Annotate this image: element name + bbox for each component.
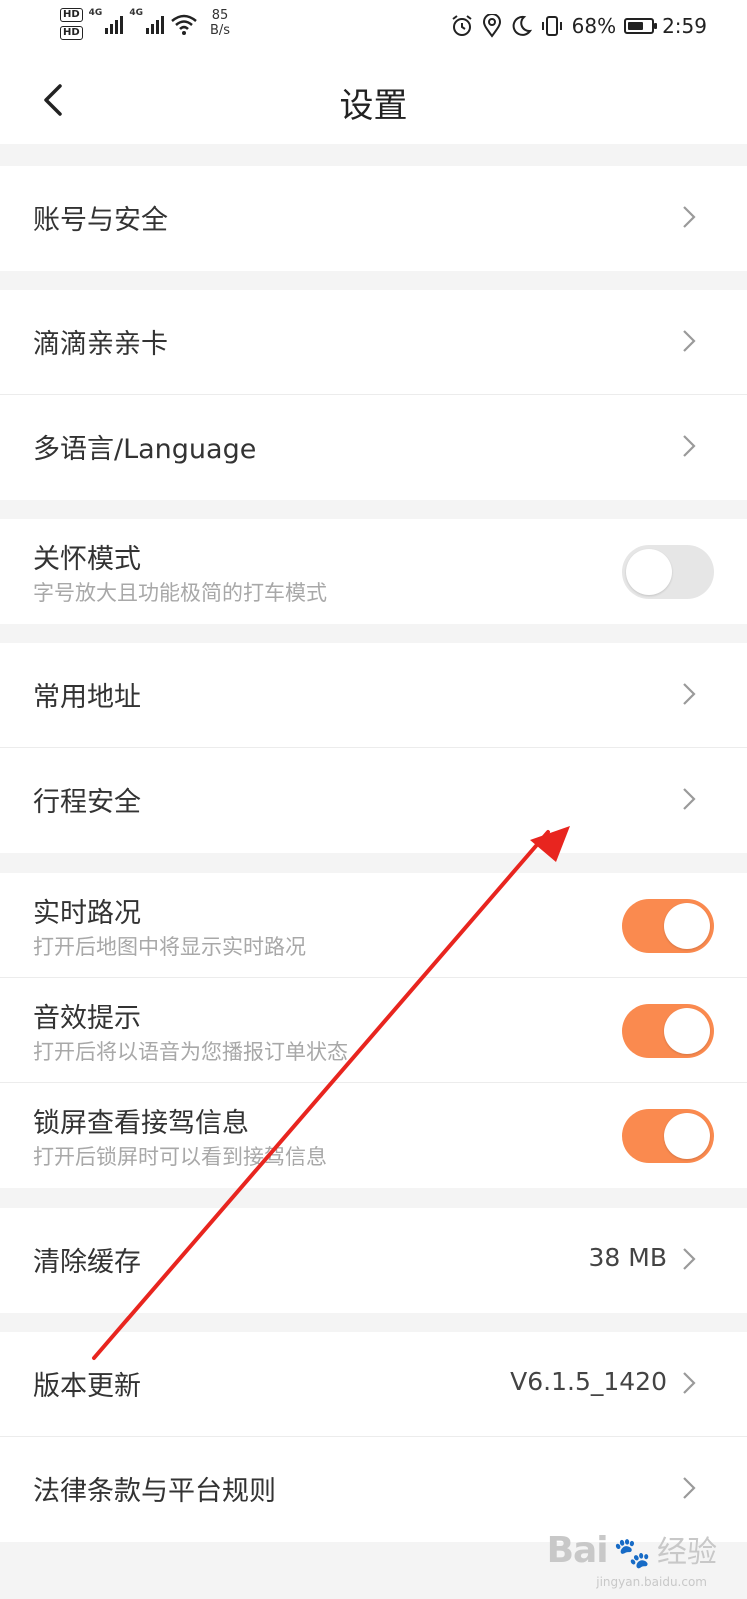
signal-icon-2: 4G xyxy=(129,8,164,34)
alarm-icon xyxy=(452,15,472,36)
item-label: 多语言/Language xyxy=(33,434,257,465)
live-traffic-toggle[interactable] xyxy=(622,899,714,953)
watermark-logo: Bai xyxy=(546,1530,609,1571)
section-care-mode: 关怀模式 字号放大且功能极简的打车模式 xyxy=(0,519,747,624)
item-label: 关怀模式 xyxy=(33,544,141,575)
section-version-legal: 版本更新 V6.1.5_1420 法律条款与平台规则 xyxy=(0,1332,747,1542)
speed-unit: B/s xyxy=(209,23,231,38)
item-label: 清除缓存 xyxy=(33,1247,141,1278)
sound-prompt-toggle[interactable] xyxy=(622,1004,714,1058)
speed-value: 85 xyxy=(211,8,229,23)
toggle-knob xyxy=(664,903,710,949)
settings-item-clear-cache[interactable]: 清除缓存 38 MB xyxy=(0,1208,747,1313)
chevron-right-icon xyxy=(683,435,696,457)
vibrate-icon xyxy=(541,16,562,36)
page-title: 设置 xyxy=(339,86,408,126)
status-left: HD HD 4G 4G 85 B/s xyxy=(60,8,230,40)
signal-icon-1: 4G xyxy=(89,8,124,34)
nav-bar: 设置 xyxy=(0,56,747,144)
battery-icon xyxy=(624,18,658,34)
section-card-language: 滴滴亲亲卡 多语言/Language xyxy=(0,290,747,500)
chevron-right-icon xyxy=(683,683,696,705)
version-number: V6.1.5_1420 xyxy=(510,1367,667,1396)
status-right: 68% 2:59 xyxy=(450,14,707,38)
section-address-safety: 常用地址 行程安全 xyxy=(0,643,747,853)
section-cache: 清除缓存 38 MB xyxy=(0,1208,747,1313)
section-account: 账号与安全 xyxy=(0,166,747,271)
moon-icon xyxy=(512,15,532,36)
item-label: 锁屏查看接驾信息 xyxy=(33,1108,249,1139)
item-description: 打开后地图中将显示实时路况 xyxy=(33,935,306,959)
chevron-right-icon xyxy=(683,330,696,352)
toggle-knob xyxy=(664,1113,710,1159)
chevron-right-icon xyxy=(683,788,696,810)
care-mode-toggle[interactable] xyxy=(622,545,714,599)
item-description: 打开后将以语音为您播报订单状态 xyxy=(33,1040,348,1064)
settings-item-sound-prompt: 音效提示 打开后将以语音为您播报订单状态 xyxy=(0,978,747,1083)
battery-percent: 68% xyxy=(571,14,617,38)
settings-item-lockscreen-pickup: 锁屏查看接驾信息 打开后锁屏时可以看到接驾信息 xyxy=(0,1083,747,1188)
item-label: 法律条款与平台规则 xyxy=(33,1476,276,1507)
settings-item-version-update[interactable]: 版本更新 V6.1.5_1420 xyxy=(0,1332,747,1437)
network-speed: 85 B/s xyxy=(210,8,230,38)
chevron-right-icon xyxy=(683,1248,696,1270)
hd-indicators: HD HD xyxy=(60,8,83,40)
settings-item-account-security[interactable]: 账号与安全 xyxy=(0,166,747,271)
settings-item-live-traffic: 实时路况 打开后地图中将显示实时路况 xyxy=(0,873,747,978)
item-label: 实时路况 xyxy=(33,898,141,929)
item-description: 打开后锁屏时可以看到接驾信息 xyxy=(33,1145,327,1169)
settings-item-care-mode: 关怀模式 字号放大且功能极简的打车模式 xyxy=(0,519,747,624)
baidu-watermark: Bai 🐾 经验 xyxy=(547,1527,717,1571)
item-description: 字号放大且功能极简的打车模式 xyxy=(33,581,327,605)
hd-icon-1: HD xyxy=(60,8,83,22)
toggle-knob xyxy=(664,1008,710,1054)
settings-item-family-card[interactable]: 滴滴亲亲卡 xyxy=(0,290,747,395)
network-type-2: 4G xyxy=(129,8,143,18)
status-bar: HD HD 4G 4G 85 B/s 68% 2:59 xyxy=(0,0,747,56)
item-label: 行程安全 xyxy=(33,787,141,818)
paw-icon: 🐾 xyxy=(613,1536,651,1571)
item-label: 常用地址 xyxy=(33,682,141,713)
item-label: 音效提示 xyxy=(33,1003,141,1034)
chevron-right-icon xyxy=(683,1477,696,1499)
item-label: 滴滴亲亲卡 xyxy=(33,329,168,360)
item-label: 版本更新 xyxy=(33,1371,141,1402)
cache-size: 38 MB xyxy=(588,1243,667,1272)
lockscreen-pickup-toggle[interactable] xyxy=(622,1109,714,1163)
location-icon xyxy=(482,14,501,38)
item-label: 账号与安全 xyxy=(33,205,168,236)
hd-icon-2: HD xyxy=(60,26,83,40)
toggle-knob xyxy=(626,549,672,595)
settings-item-language[interactable]: 多语言/Language xyxy=(0,395,747,500)
chevron-right-icon xyxy=(683,1372,696,1394)
chevron-right-icon xyxy=(683,206,696,228)
watermark-url: jingyan.baidu.com xyxy=(596,1575,707,1589)
settings-item-trip-safety[interactable]: 行程安全 xyxy=(0,748,747,853)
clock: 2:59 xyxy=(662,14,707,38)
settings-item-common-address[interactable]: 常用地址 xyxy=(0,643,747,748)
section-toggles: 实时路况 打开后地图中将显示实时路况 音效提示 打开后将以语音为您播报订单状态 … xyxy=(0,873,747,1188)
wifi-icon xyxy=(171,14,197,35)
battery-level xyxy=(628,22,644,30)
watermark-suffix: 经验 xyxy=(657,1535,717,1570)
network-type-1: 4G xyxy=(88,8,103,18)
